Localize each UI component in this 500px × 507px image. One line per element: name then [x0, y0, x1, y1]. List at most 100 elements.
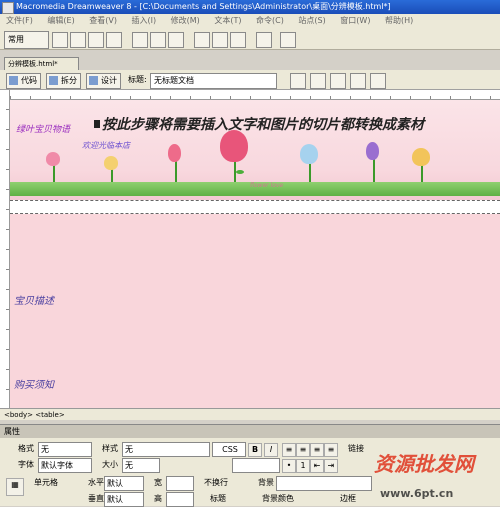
- cell-merge-icon[interactable]: ▦: [6, 478, 24, 496]
- media-icon[interactable]: [168, 32, 184, 48]
- pink-flower-icon: [46, 152, 60, 166]
- properties-title: 属性: [4, 427, 20, 436]
- menu-view[interactable]: 查看(V): [83, 14, 123, 28]
- code-view-button[interactable]: 代码: [6, 73, 41, 89]
- tag-selector[interactable]: <body> <table>: [0, 408, 500, 420]
- horz-select[interactable]: 默认: [104, 476, 144, 491]
- welcome-text: 欢迎光临本店: [82, 141, 130, 150]
- format-label: 格式: [18, 444, 34, 453]
- bg-label: 背景: [258, 478, 274, 487]
- flower-stem: [373, 158, 375, 184]
- align-center-icon[interactable]: ≡: [296, 443, 310, 457]
- section-notice-label: 购买须知: [14, 380, 54, 391]
- size-label: 大小: [102, 460, 118, 469]
- tab-document[interactable]: 分辨模板.html*: [4, 57, 79, 71]
- menu-text[interactable]: 文本(T): [208, 14, 247, 28]
- visual-aids-icon[interactable]: [370, 73, 386, 89]
- menu-window[interactable]: 窗口(W): [334, 14, 376, 28]
- menu-modify[interactable]: 修改(M): [165, 14, 206, 28]
- image-icon[interactable]: [150, 32, 166, 48]
- date-icon[interactable]: [194, 32, 210, 48]
- border-label: 边框: [340, 494, 356, 503]
- format-select[interactable]: 无: [38, 442, 92, 457]
- width-input[interactable]: [166, 476, 194, 491]
- vert-label: 垂直: [88, 494, 104, 503]
- menu-commands[interactable]: 命令(C): [250, 14, 290, 28]
- font-select[interactable]: 默认字体: [38, 458, 92, 473]
- watermark-text: 资源批发网: [374, 452, 474, 476]
- hyperlink-icon[interactable]: [52, 32, 68, 48]
- properties-panel-header[interactable]: 属性: [0, 424, 500, 438]
- design-icon: [89, 76, 98, 85]
- menu-insert[interactable]: 插入(I): [126, 14, 163, 28]
- section-description-label: 宝贝描述: [14, 296, 54, 307]
- title-input[interactable]: 无标题文档: [150, 73, 277, 89]
- layer-icon[interactable]: [132, 32, 148, 48]
- refresh-icon[interactable]: [330, 73, 346, 89]
- view-options-icon[interactable]: [350, 73, 366, 89]
- header-cell-label: 标题: [210, 494, 226, 503]
- italic-button[interactable]: I: [264, 443, 278, 457]
- tulip-icon: [168, 144, 181, 162]
- ordered-list-icon[interactable]: 1: [296, 459, 310, 473]
- insert-category-select[interactable]: 常用: [4, 31, 49, 49]
- template-icon[interactable]: [230, 32, 246, 48]
- unordered-list-icon[interactable]: •: [282, 459, 296, 473]
- menu-help[interactable]: 帮助(H): [379, 14, 419, 28]
- title-bar: Macromedia Dreamweaver 8 - [C:\Documents…: [0, 0, 500, 14]
- link-label: 链接: [348, 444, 364, 453]
- bold-button[interactable]: B: [248, 443, 262, 457]
- leaf-icon: [236, 170, 244, 174]
- justify-icon[interactable]: ≡: [324, 443, 338, 457]
- table-icon[interactable]: [106, 32, 122, 48]
- named-anchor-icon[interactable]: [88, 32, 104, 48]
- color-field[interactable]: [232, 458, 280, 473]
- blue-rose-icon: [300, 144, 318, 164]
- align-left-icon[interactable]: ≡: [282, 443, 296, 457]
- width-label: 宽: [154, 478, 162, 487]
- horizontal-ruler: [10, 90, 500, 100]
- bg-input[interactable]: [276, 476, 372, 491]
- align-right-icon[interactable]: ≡: [310, 443, 324, 457]
- yellow-rose-icon: [412, 148, 430, 166]
- code-icon: [9, 76, 18, 85]
- font-label: 字体: [18, 460, 34, 469]
- height-input[interactable]: [166, 492, 194, 507]
- instruction-headline: 按此步骤将需要插入文字和图片的切片都转换成素材: [102, 117, 424, 133]
- split-view-label: 拆分: [61, 76, 77, 85]
- menu-site[interactable]: 站点(S): [292, 14, 331, 28]
- snippet-icon[interactable]: [280, 32, 296, 48]
- split-view-button[interactable]: 拆分: [46, 73, 81, 89]
- preview-icon[interactable]: [310, 73, 326, 89]
- style-label: 样式: [102, 444, 118, 453]
- horz-label: 水平: [88, 478, 104, 487]
- document-tabs: 分辨模板.html*: [0, 56, 500, 71]
- title-label: 标题:: [128, 75, 147, 84]
- shop-name-text: 绿叶宝贝物语: [16, 125, 71, 135]
- window-title: Macromedia Dreamweaver 8 - [C:\Documents…: [16, 2, 391, 11]
- watermark-url: www.6pt.cn: [380, 487, 454, 500]
- design-canvas[interactable]: 绿叶宝贝物语 欢迎光临本店 按此步骤将需要插入文字和图片的切片都转换成素材 fl…: [10, 100, 500, 408]
- indent-icon[interactable]: ⇥: [324, 459, 338, 473]
- size-select[interactable]: 无: [122, 458, 160, 473]
- cursor-marker: [94, 120, 100, 128]
- design-view-button[interactable]: 设计: [86, 73, 121, 89]
- comment-icon[interactable]: [212, 32, 228, 48]
- outdent-icon[interactable]: ⇤: [310, 459, 324, 473]
- dreamweaver-app-icon: [2, 2, 14, 14]
- height-label: 高: [154, 494, 162, 503]
- tag-chooser-icon[interactable]: [256, 32, 272, 48]
- email-link-icon[interactable]: [70, 32, 86, 48]
- banner-image: 绿叶宝贝物语 欢迎光临本店 按此步骤将需要插入文字和图片的切片都转换成素材 fl…: [10, 100, 500, 200]
- cell-label: 单元格: [34, 478, 58, 487]
- menu-edit[interactable]: 编辑(E): [41, 14, 80, 28]
- insert-toolbar: 常用: [0, 28, 500, 50]
- bgcolor-label: 背景颜色: [262, 494, 294, 503]
- css-button[interactable]: CSS: [212, 442, 246, 457]
- split-icon: [49, 76, 58, 85]
- vert-select[interactable]: 默认: [104, 492, 144, 507]
- style-select[interactable]: 无: [122, 442, 210, 457]
- code-view-label: 代码: [21, 76, 37, 85]
- menu-file[interactable]: 文件(F): [0, 14, 39, 28]
- file-management-icon[interactable]: [290, 73, 306, 89]
